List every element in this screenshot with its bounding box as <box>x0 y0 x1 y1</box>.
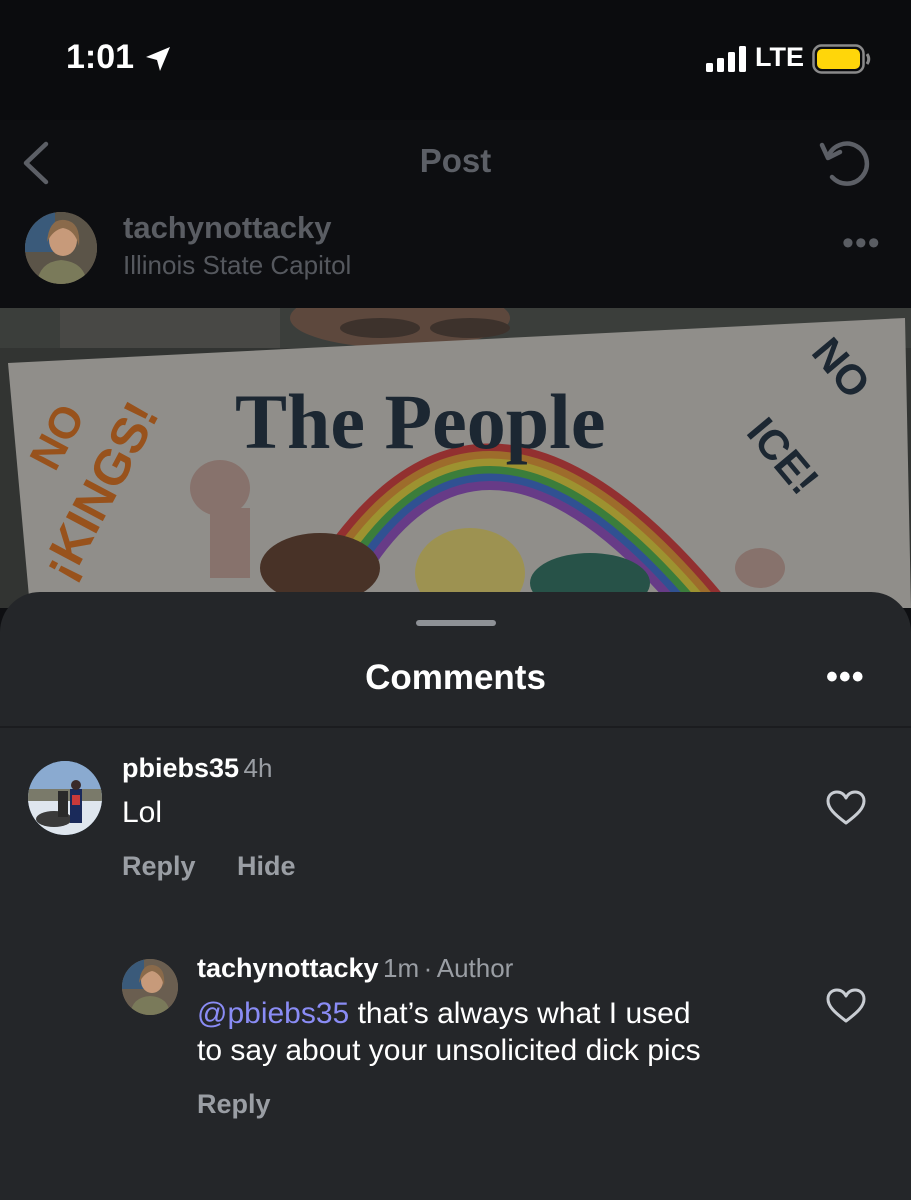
comment-reply-item: tachynottacky 1m · Author @pbiebs35 that… <box>0 952 911 1132</box>
comment-username[interactable]: pbiebs35 <box>122 753 239 783</box>
network-type: LTE <box>755 42 804 72</box>
meta-separator: · <box>423 953 433 983</box>
avatar[interactable] <box>28 761 102 835</box>
protest-sign-image: NO ¡KINGS! The People ICE! NO <box>0 308 911 608</box>
hide-button[interactable]: Hide <box>237 851 296 882</box>
sign-center-text: The People <box>235 378 605 465</box>
comment-header: pbiebs35 4h <box>122 753 272 784</box>
reply-button[interactable]: Reply <box>122 851 196 882</box>
post-username[interactable]: tachynottacky <box>123 210 331 246</box>
comment-username[interactable]: tachynottacky <box>197 953 379 983</box>
post-image[interactable]: NO ¡KINGS! The People ICE! NO <box>0 308 911 608</box>
heart-icon[interactable] <box>826 988 866 1024</box>
comment-text: @pbiebs35 that’s always what I used to s… <box>197 995 701 1069</box>
comment-text-line2: to say about your unsolicited dick pics <box>197 1034 701 1067</box>
screen: 1:01 LTE Post tachynottacky Illinois Sta… <box>0 0 911 1200</box>
comments-sheet: Comments ••• pbiebs35 4h Lol Reply Hide … <box>0 592 911 1200</box>
location-arrow-icon <box>146 47 170 71</box>
refresh-icon[interactable] <box>818 137 874 189</box>
post-header: tachynottacky Illinois State Capitol ••• <box>0 210 911 308</box>
post-more-button[interactable]: ••• <box>842 224 881 263</box>
heart-icon[interactable] <box>826 790 866 826</box>
status-time: 1:01 <box>66 38 135 76</box>
reply-button[interactable]: Reply <box>197 1089 271 1120</box>
comment-timestamp: 4h <box>243 753 273 783</box>
post-location[interactable]: Illinois State Capitol <box>123 250 351 281</box>
nav-bar: Post <box>0 120 911 210</box>
avatar[interactable] <box>25 212 97 284</box>
avatar[interactable] <box>122 959 178 1015</box>
battery-icon <box>812 44 871 74</box>
cell-signal-icon <box>706 46 746 72</box>
comment-text: Lol <box>122 796 163 829</box>
comment-text-line1: that’s always what I used <box>349 997 691 1030</box>
comment-timestamp: 1m <box>383 953 420 983</box>
divider <box>0 726 911 728</box>
page-title: Post <box>419 142 492 179</box>
comment-item: pbiebs35 4h Lol Reply Hide <box>0 752 911 902</box>
comments-more-button[interactable]: ••• <box>826 658 865 697</box>
sheet-grabber[interactable] <box>416 620 496 626</box>
status-bar: 1:01 LTE <box>0 0 911 120</box>
author-badge: Author <box>436 953 514 983</box>
mention-link[interactable]: @pbiebs35 <box>197 997 349 1030</box>
comments-title: Comments <box>365 658 546 697</box>
comment-header: tachynottacky 1m · Author <box>197 953 513 984</box>
